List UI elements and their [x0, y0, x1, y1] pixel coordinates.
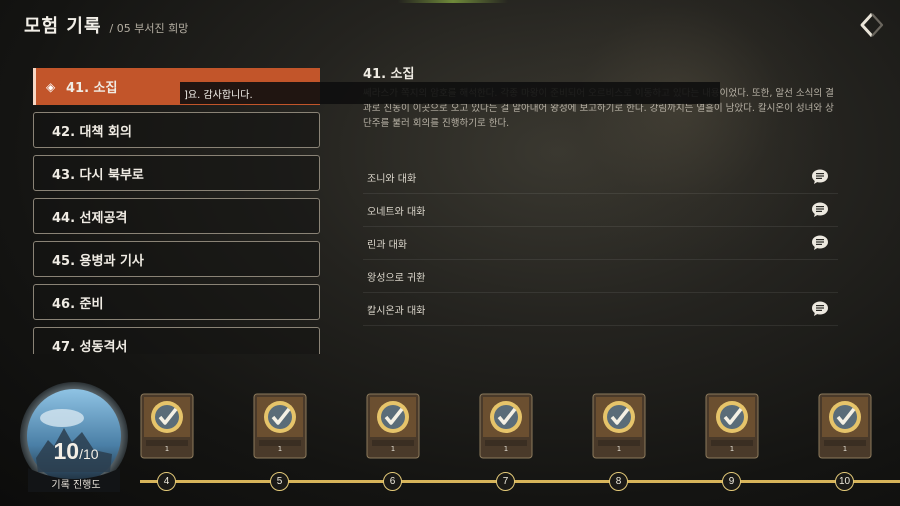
- quest-item-43[interactable]: 43. 다시 북부로: [33, 155, 320, 191]
- track-node: 5: [270, 472, 289, 491]
- quest-label: 44. 선제공격: [52, 210, 128, 226]
- step-row: 오네트와 대화: [363, 194, 838, 227]
- step-row: 조니와 대화: [363, 161, 838, 194]
- progress-track: [140, 480, 900, 483]
- track-node: 6: [383, 472, 402, 491]
- header: 모험 기록 / 05 부서진 희망: [24, 12, 188, 38]
- reward-card[interactable]: 1: [366, 393, 420, 459]
- quest-item-47[interactable]: 47. 성동격서: [33, 327, 320, 354]
- quest-list: ◈ 41. 소집 42. 대책 회의 43. 다시 북부로 44. 선제공격 4…: [33, 68, 320, 354]
- chat-bubble-icon[interactable]: [811, 169, 829, 185]
- quest-label: 47. 성동격서: [52, 339, 128, 355]
- step-label: 칼시온과 대화: [367, 305, 426, 317]
- tooltip: ]요. 감사합니다.: [180, 82, 720, 104]
- reward-card[interactable]: 1: [818, 393, 872, 459]
- chat-bubble-icon[interactable]: [811, 301, 829, 317]
- reward-card[interactable]: 1: [705, 393, 759, 459]
- quest-label: 46. 준비: [52, 296, 104, 312]
- diamond-icon: ◈: [46, 79, 56, 94]
- reward-card[interactable]: 1: [592, 393, 646, 459]
- step-label: 왕성으로 귀환: [367, 272, 426, 284]
- progress-count: 10/10: [36, 438, 116, 465]
- reward-card[interactable]: 1: [253, 393, 307, 459]
- quest-label: 42. 대책 회의: [52, 124, 132, 140]
- track-node: 9: [722, 472, 741, 491]
- quest-item-45[interactable]: 45. 용병과 기사: [33, 241, 320, 277]
- quest-item-44[interactable]: 44. 선제공격: [33, 198, 320, 234]
- detail-title: 41. 소집: [363, 67, 415, 82]
- page-title: 모험 기록: [24, 16, 102, 37]
- step-label: 조니와 대화: [367, 173, 417, 185]
- reward-count: 1: [503, 445, 509, 453]
- quest-steps: 조니와 대화 오네트와 대화 린과 대화 왕성으로 귀환 칼시온과 대화: [363, 161, 838, 326]
- track-node: 4: [157, 472, 176, 491]
- chat-bubble-icon[interactable]: [811, 235, 829, 251]
- track-node: 8: [609, 472, 628, 491]
- track-node: 10: [835, 472, 854, 491]
- quest-label: 43. 다시 북부로: [52, 167, 144, 183]
- breadcrumb: / 05 부서진 희망: [109, 22, 189, 35]
- top-accent-bar: [398, 0, 508, 3]
- reward-count: 1: [390, 445, 396, 453]
- step-row: 린과 대화: [363, 227, 838, 260]
- back-arrow-icon: [860, 12, 884, 38]
- step-label: 린과 대화: [367, 239, 407, 251]
- progress-total: /10: [79, 446, 99, 462]
- quest-item-46[interactable]: 46. 준비: [33, 284, 320, 320]
- chat-bubble-icon[interactable]: [811, 202, 829, 218]
- quest-item-42[interactable]: 42. 대책 회의: [33, 112, 320, 148]
- back-button[interactable]: [856, 10, 886, 40]
- progress-current: 10: [53, 438, 80, 464]
- progress-label: 기록 진행도: [51, 480, 101, 491]
- step-row: 왕성으로 귀환: [363, 260, 838, 293]
- reward-count: 1: [164, 445, 170, 453]
- track-node: 7: [496, 472, 515, 491]
- step-label: 오네트와 대화: [367, 206, 426, 218]
- reward-card[interactable]: 1: [140, 393, 194, 459]
- quest-label: 45. 용병과 기사: [52, 253, 144, 269]
- reward-card[interactable]: 1: [479, 393, 533, 459]
- reward-count: 1: [616, 445, 622, 453]
- tooltip-text: ]요. 감사합니다.: [184, 89, 253, 101]
- reward-count: 1: [842, 445, 848, 453]
- quest-label: 41. 소집: [66, 81, 118, 96]
- reward-count: 1: [729, 445, 735, 453]
- step-row: 칼시온과 대화: [363, 293, 838, 326]
- reward-count: 1: [277, 445, 283, 453]
